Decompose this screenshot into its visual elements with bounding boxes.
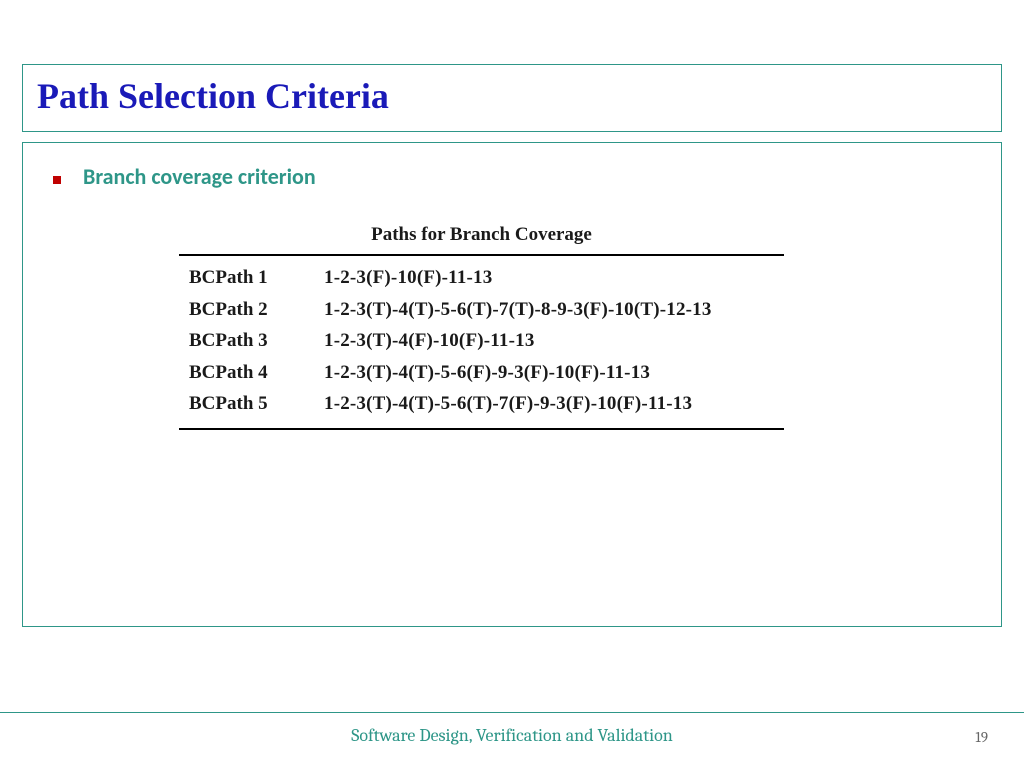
footer-divider [0, 712, 1024, 713]
paths-table: Paths for Branch Coverage BCPath 1 1-2-3… [179, 224, 784, 430]
path-value: 1-2-3(T)-4(F)-10(F)-11-13 [324, 327, 535, 355]
footer-text: Software Design, Verification and Valida… [0, 725, 1024, 746]
path-name: BCPath 1 [189, 264, 324, 292]
page-title: Path Selection Criteria [37, 75, 987, 117]
table-row: BCPath 1 1-2-3(F)-10(F)-11-13 [179, 262, 784, 294]
bullet-item: Branch coverage criterion [51, 163, 973, 190]
path-name: BCPath 3 [189, 327, 324, 355]
path-value: 1-2-3(T)-4(T)-5-6(T)-7(T)-8-9-3(F)-10(T)… [324, 296, 712, 324]
title-box: Path Selection Criteria [22, 64, 1002, 132]
path-value: 1-2-3(F)-10(F)-11-13 [324, 264, 492, 292]
table-row: BCPath 3 1-2-3(T)-4(F)-10(F)-11-13 [179, 325, 784, 357]
table-row: BCPath 2 1-2-3(T)-4(T)-5-6(T)-7(T)-8-9-3… [179, 294, 784, 326]
table-row: BCPath 4 1-2-3(T)-4(T)-5-6(F)-9-3(F)-10(… [179, 357, 784, 389]
path-name: BCPath 2 [189, 296, 324, 324]
path-name: BCPath 4 [189, 359, 324, 387]
path-value: 1-2-3(T)-4(T)-5-6(T)-7(F)-9-3(F)-10(F)-1… [324, 390, 692, 418]
bullet-text: Branch coverage criterion [83, 163, 316, 190]
path-name: BCPath 5 [189, 390, 324, 418]
path-value: 1-2-3(T)-4(T)-5-6(F)-9-3(F)-10(F)-11-13 [324, 359, 650, 387]
table-body: BCPath 1 1-2-3(F)-10(F)-11-13 BCPath 2 1… [179, 254, 784, 430]
bullet-square-icon [53, 176, 61, 184]
table-caption: Paths for Branch Coverage [179, 224, 784, 254]
content-box: Branch coverage criterion Paths for Bran… [22, 142, 1002, 627]
page-number: 19 [975, 728, 988, 746]
table-row: BCPath 5 1-2-3(T)-4(T)-5-6(T)-7(F)-9-3(F… [179, 388, 784, 420]
